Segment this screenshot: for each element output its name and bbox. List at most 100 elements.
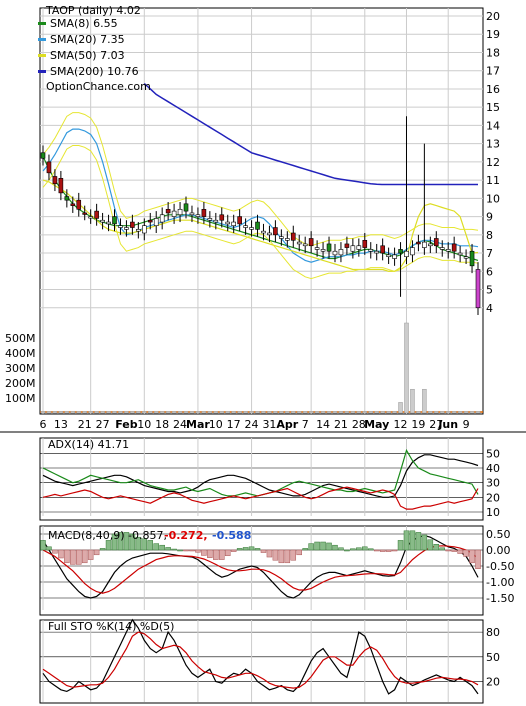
macd-histogram-bar (171, 548, 177, 551)
price-y-tick: 19 (486, 28, 500, 41)
sto-line-D5 (42, 631, 479, 689)
volume-bar (302, 411, 308, 414)
volume-y-tick: 500M (5, 332, 36, 345)
adx-y-tick: 40 (486, 462, 500, 475)
volume-bar (237, 411, 242, 414)
candle-body (326, 243, 332, 252)
macd-histogram-bar (40, 540, 46, 551)
price-y-tick: 11 (486, 174, 500, 187)
candle-body (404, 250, 409, 258)
volume-bar (112, 411, 117, 414)
macd-histogram-bar (201, 549, 207, 556)
candle-body (58, 177, 64, 194)
technical-chart: 4 5 6 7 8 9 10 11 12 13 14 15 16 17 18 19 20 100M 200M 300M… (0, 4, 526, 704)
volume-bar (177, 411, 183, 414)
macd-histogram-bar (445, 549, 451, 552)
legend-swatch (38, 70, 46, 73)
macd-histogram-bar (403, 530, 410, 551)
volume-bar (308, 411, 314, 414)
volume-bar (374, 411, 379, 414)
x-tick-label: 9 (463, 418, 470, 431)
macd-histogram-bar (87, 549, 94, 560)
chart-title: TAOP (daily) 4.02 (45, 4, 141, 17)
macd-histogram-bar (302, 548, 308, 551)
candle-body (356, 245, 362, 250)
volume-bar (422, 388, 427, 414)
macd-histogram-bar (81, 549, 88, 564)
candle-body (82, 212, 88, 215)
candle-body (368, 249, 374, 252)
macd-y-tick: -1.00 (486, 576, 514, 589)
volume-bar (386, 411, 391, 414)
macd-histogram-bar (367, 548, 374, 551)
candle-body (445, 249, 451, 252)
macd-histogram-bar (290, 549, 297, 561)
candle-body (94, 210, 99, 219)
x-tick-label: 12 (394, 418, 408, 431)
volume-bar (213, 411, 219, 414)
candle-body (386, 254, 391, 258)
volume-bar (219, 411, 225, 414)
volume-y-tick: 300M (5, 362, 36, 375)
adx-label: ADX(14) 41.71 (48, 438, 129, 451)
macd-signal-label: -0.272, (164, 529, 208, 542)
candle-body (475, 269, 481, 309)
x-tick-label: 7 (302, 418, 309, 431)
sto-y-tick: 80 (486, 626, 500, 639)
volume-bar (320, 411, 326, 414)
x-tick-label: 14 (316, 418, 330, 431)
price-y-tick: 5 (486, 284, 493, 297)
legend-entry: SMA(8) 6.55 (50, 17, 118, 30)
x-tick-label: 24 (245, 418, 259, 431)
volume-bar (314, 411, 320, 414)
x-tick-label: 24 (173, 418, 187, 431)
macd-histogram-bar (433, 543, 440, 551)
volume-bar (326, 411, 332, 414)
macd-histogram-bar (391, 549, 398, 552)
candle-body (195, 214, 201, 217)
price-y-tick: 17 (486, 65, 500, 78)
volume-bar (100, 411, 105, 414)
volume-bar (94, 411, 99, 414)
macd-histogram-bar (183, 549, 189, 552)
volume-bar (243, 411, 248, 414)
price-y-tick: 12 (486, 156, 500, 169)
candle-body (225, 221, 231, 225)
volume-bar (76, 411, 82, 414)
candle-body (46, 161, 52, 174)
macd-histogram-bar (76, 549, 82, 565)
candle-body (463, 256, 469, 259)
macd-histogram-bar (93, 549, 100, 556)
candle-body (70, 203, 76, 206)
macd-histogram-bar (153, 543, 159, 551)
macd-histogram-bar (308, 543, 314, 551)
candle-body (362, 239, 368, 248)
x-tick-label: 17 (227, 418, 241, 431)
macd-label: MACD(8,40,9) -0.857, (48, 529, 167, 542)
candle-body (231, 221, 236, 227)
volume-y-tick: 100M (5, 392, 36, 405)
macd-histogram-bar (207, 549, 213, 558)
candle-body (285, 238, 290, 241)
macd-histogram-bar (242, 547, 249, 551)
volume-bar (261, 411, 266, 414)
x-tick-label: 13 (54, 418, 68, 431)
candle-body (374, 250, 379, 254)
candle-body (189, 212, 195, 216)
volume-bar (332, 411, 338, 414)
candle-body (469, 250, 475, 267)
watermark-text: OptionChance.com (46, 80, 151, 93)
candle-body (153, 218, 159, 227)
volume-y-tick: 200M (5, 377, 36, 390)
candle-body (279, 236, 284, 239)
macd-histogram-bar (344, 549, 350, 552)
volume-bar (273, 411, 278, 414)
volume-bar (285, 411, 290, 414)
price-y-tick: 13 (486, 138, 500, 151)
macd-histogram-bar (439, 547, 445, 551)
candle-body (177, 208, 183, 216)
macd-histogram-bar (272, 549, 279, 561)
candle-body (416, 241, 421, 245)
candle-body (124, 227, 129, 230)
candle-body (302, 243, 308, 247)
